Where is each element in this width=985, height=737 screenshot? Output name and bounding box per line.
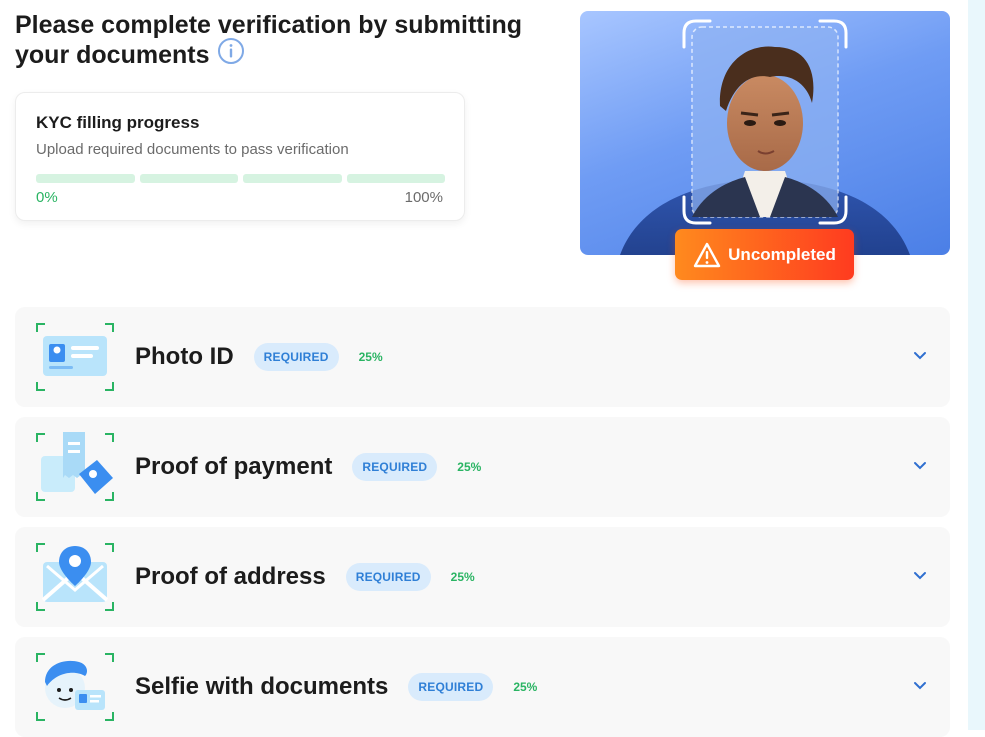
document-percent: 25% <box>450 570 475 584</box>
status-label: Uncompleted <box>728 244 836 264</box>
document-percent: 25% <box>513 680 538 694</box>
avatar-illustration <box>620 19 910 255</box>
document-name: Proof of address <box>135 563 326 590</box>
document-title: Selfie with documents REQUIRED 25% <box>135 637 537 737</box>
document-title: Proof of payment REQUIRED 25% <box>135 417 481 517</box>
verification-status-badge: Uncompleted <box>675 229 854 280</box>
document-name: Selfie with documents <box>135 673 389 700</box>
document-row-proof-of-payment[interactable]: Proof of payment REQUIRED 25% <box>15 417 950 517</box>
document-row-proof-of-address[interactable]: Proof of address REQUIRED 25% <box>15 527 950 627</box>
info-icon[interactable] <box>217 37 245 72</box>
document-name: Photo ID <box>135 343 234 370</box>
progress-segment <box>243 174 342 183</box>
selfie-icon <box>35 652 115 722</box>
document-title: Photo ID REQUIRED 25% <box>135 307 383 407</box>
required-badge: REQUIRED <box>345 563 431 591</box>
chevron-down-icon[interactable] <box>912 348 928 364</box>
progress-subtitle: Upload required documents to pass verifi… <box>36 141 349 158</box>
document-percent: 25% <box>457 460 482 474</box>
page-title: Please complete verification by submitti… <box>15 10 555 72</box>
id-card-icon <box>35 322 115 392</box>
required-badge: REQUIRED <box>253 343 339 371</box>
progress-segment <box>36 174 135 183</box>
document-row-photo-id[interactable]: Photo ID REQUIRED 25% <box>15 307 950 407</box>
document-title: Proof of address REQUIRED 25% <box>135 527 475 627</box>
document-percent: 25% <box>358 350 383 364</box>
progress-segment <box>346 174 445 183</box>
progress-start-label: 0% <box>36 189 58 206</box>
payment-receipt-icon <box>35 432 115 502</box>
progress-end-label: 100% <box>404 189 443 206</box>
document-name: Proof of payment <box>135 453 333 480</box>
warning-icon <box>693 242 721 267</box>
chevron-down-icon[interactable] <box>912 678 928 694</box>
chevron-down-icon[interactable] <box>912 568 928 584</box>
map-pin-icon <box>35 542 115 612</box>
page-title-text: Please complete verification by submitti… <box>15 11 523 69</box>
progress-bar <box>36 174 445 183</box>
document-row-selfie[interactable]: Selfie with documents REQUIRED 25% <box>15 637 950 737</box>
page-scroll-gutter <box>968 0 985 730</box>
chevron-down-icon[interactable] <box>912 458 928 474</box>
progress-title: KYC filling progress <box>36 113 200 132</box>
progress-segment <box>139 174 238 183</box>
kyc-progress-card: KYC filling progress Upload required doc… <box>15 92 465 221</box>
required-badge: REQUIRED <box>408 673 494 701</box>
avatar-preview <box>580 11 950 255</box>
required-badge: REQUIRED <box>352 453 438 481</box>
